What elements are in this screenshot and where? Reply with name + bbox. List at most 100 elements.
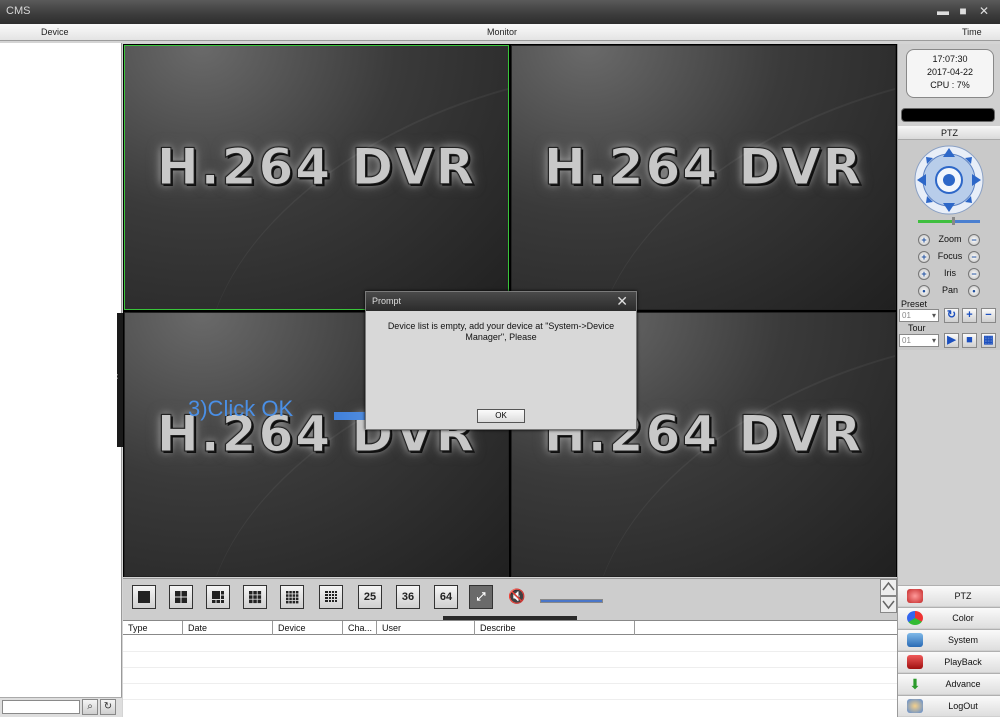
- col-device[interactable]: Device: [273, 621, 343, 635]
- tour-grid-icon[interactable]: ▦: [981, 333, 996, 348]
- right-control-panel: 17:07:30 2017-04-22 CPU : 7% PTZ + Zoom …: [897, 44, 1000, 717]
- video-tile-2[interactable]: H.264 DVR: [511, 45, 896, 310]
- expand-collapse-arrows-icon[interactable]: [880, 579, 897, 613]
- col-type[interactable]: Type: [123, 621, 183, 635]
- table-row[interactable]: [123, 668, 897, 684]
- device-search-input[interactable]: [2, 700, 80, 714]
- device-search-bar: ⌕ ↻: [0, 697, 122, 717]
- split-9-button[interactable]: [243, 585, 267, 609]
- mute-button[interactable]: 🔇: [505, 585, 529, 609]
- search-icon[interactable]: ⌕: [82, 699, 98, 715]
- video-tile-label: H.264 DVR: [543, 138, 864, 197]
- app-title: CMS: [6, 5, 31, 17]
- menu-system[interactable]: System: [898, 629, 1000, 650]
- speaker-muted-icon: 🔇: [508, 588, 526, 604]
- split-1-button[interactable]: [132, 585, 156, 609]
- pan-start-button[interactable]: •: [918, 285, 930, 297]
- iris-close-button[interactable]: −: [968, 268, 980, 280]
- tab-device[interactable]: Device: [41, 27, 69, 37]
- split-4-button[interactable]: [169, 585, 193, 609]
- split-4-icon: [175, 591, 187, 603]
- col-date[interactable]: Date: [183, 621, 273, 635]
- focus-out-button[interactable]: −: [968, 251, 980, 263]
- device-list-panel[interactable]: [0, 43, 122, 717]
- current-time: 17:07:30: [932, 54, 968, 64]
- slider-knob[interactable]: [952, 217, 956, 225]
- zoom-label: Zoom: [938, 234, 962, 244]
- download-arrow-icon: ⬇: [909, 676, 921, 692]
- stop-tour-icon[interactable]: ■: [962, 333, 977, 348]
- split-16-icon: [286, 591, 299, 604]
- preset-select[interactable]: 01: [899, 309, 939, 322]
- volume-slider[interactable]: [540, 599, 603, 603]
- pan-stop-button[interactable]: •: [968, 285, 980, 297]
- split-1-icon: [138, 591, 150, 603]
- col-user[interactable]: User: [377, 621, 475, 635]
- table-row[interactable]: [123, 652, 897, 668]
- iris-open-button[interactable]: +: [918, 268, 930, 280]
- split-6-button[interactable]: [206, 585, 230, 609]
- cms-app: CMS ▬ ■ ✕ Device Monitor Time ⌕ ↻ ‹ H.26…: [0, 0, 1000, 717]
- menu-ptz[interactable]: PTZ: [898, 585, 1000, 606]
- ok-button[interactable]: OK: [477, 409, 525, 423]
- status-bar: [901, 108, 995, 122]
- menu-color[interactable]: Color: [898, 607, 1000, 628]
- table-row[interactable]: [123, 636, 897, 652]
- close-window-button[interactable]: ✕: [976, 4, 992, 18]
- dialog-message-line: Manager", Please: [465, 332, 537, 342]
- menu-advance[interactable]: ⬇ Advance: [898, 673, 1000, 694]
- cpu-usage: CPU : 7%: [930, 80, 970, 90]
- pan-control: • Pan •: [918, 284, 982, 298]
- menu-playback[interactable]: PlayBack: [898, 651, 1000, 672]
- iris-label: Iris: [944, 268, 956, 278]
- playback-icon: [907, 655, 923, 669]
- remove-preset-icon[interactable]: −: [981, 308, 996, 323]
- col-describe[interactable]: Describe: [475, 621, 635, 635]
- play-tour-icon[interactable]: ▶: [944, 333, 959, 348]
- iris-control: + Iris −: [918, 267, 982, 281]
- menu-system-label: System: [947, 635, 978, 645]
- video-tile-label: H.264 DVR: [156, 138, 477, 197]
- status-clock: 17:07:30 2017-04-22 CPU : 7%: [906, 49, 994, 98]
- menu-ptz-label: PTZ: [954, 591, 972, 601]
- focus-label: Focus: [937, 251, 963, 261]
- menu-logout[interactable]: LogOut: [898, 695, 1000, 716]
- title-bar: CMS ▬ ■ ✕: [0, 0, 1000, 24]
- split-6-icon: [212, 591, 224, 603]
- dialog-message: Device list is empty, add your device at…: [366, 311, 636, 343]
- close-icon[interactable]: ✕: [616, 293, 628, 310]
- table-row[interactable]: [123, 684, 897, 700]
- current-date: 2017-04-22: [926, 67, 974, 77]
- fullscreen-icon: ⤢: [476, 591, 486, 603]
- zoom-in-button[interactable]: +: [918, 234, 930, 246]
- ptz-controls: + Zoom − + Focus − + Iris − • Pan • Pres…: [898, 140, 1000, 350]
- zoom-out-button[interactable]: −: [968, 234, 980, 246]
- refresh-icon[interactable]: ↻: [100, 699, 116, 715]
- split-64-button[interactable]: 64: [434, 585, 458, 609]
- header-tabs: Device Monitor Time: [0, 24, 1000, 41]
- dialog-title: Prompt: [372, 296, 402, 306]
- split-25-button[interactable]: 25: [358, 585, 382, 609]
- add-preset-icon[interactable]: +: [962, 308, 977, 323]
- tab-monitor[interactable]: Monitor: [487, 27, 517, 37]
- go-preset-icon[interactable]: ↻: [944, 308, 959, 323]
- split-36-button[interactable]: 36: [396, 585, 420, 609]
- ptz-icon: [907, 589, 923, 603]
- preset-label: Preset: [901, 299, 928, 309]
- video-tile-1[interactable]: H.264 DVR: [124, 45, 509, 310]
- menu-playback-label: PlayBack: [944, 657, 982, 667]
- split-16-button[interactable]: [280, 585, 304, 609]
- split-9-icon: [249, 591, 262, 604]
- prompt-dialog: Prompt ✕ Device list is empty, add your …: [365, 291, 637, 430]
- tour-select[interactable]: 01: [899, 334, 939, 347]
- fullscreen-button[interactable]: ⤢: [469, 585, 493, 609]
- col-channel[interactable]: Cha...: [343, 621, 377, 635]
- split-20-button[interactable]: [319, 585, 343, 609]
- tab-time[interactable]: Time: [962, 27, 982, 37]
- ptz-direction-pad[interactable]: [913, 144, 985, 216]
- color-wheel-icon: [907, 611, 923, 625]
- ptz-speed-slider[interactable]: [918, 217, 980, 225]
- minimize-button[interactable]: ▬: [935, 4, 951, 18]
- maximize-button[interactable]: ■: [955, 4, 971, 18]
- focus-in-button[interactable]: +: [918, 251, 930, 263]
